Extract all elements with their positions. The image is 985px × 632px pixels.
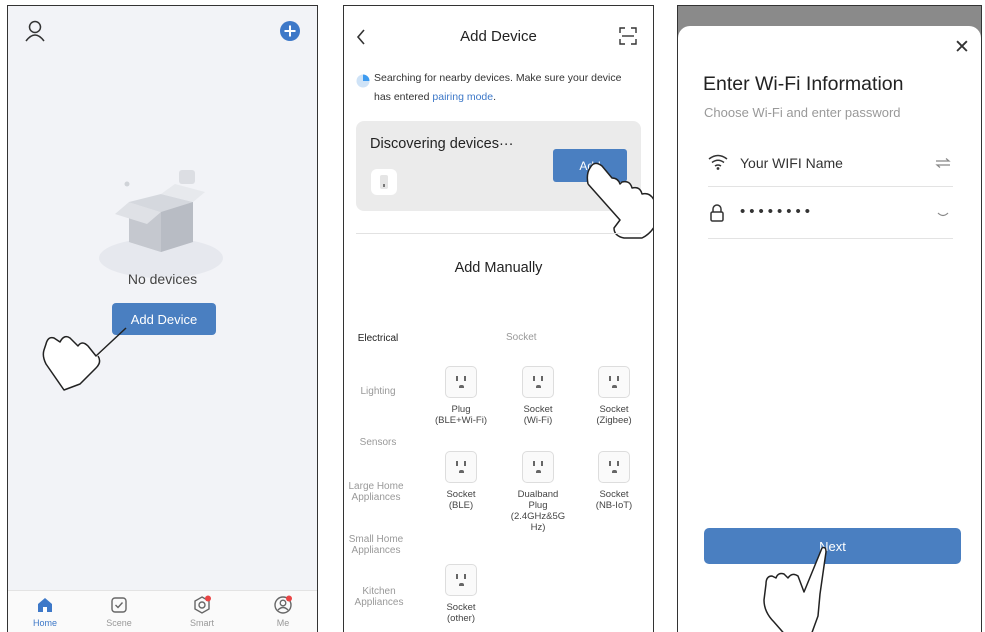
password-value: •••••••• [740,203,815,220]
lock-icon [710,204,724,222]
device-label-line: Socket [523,404,553,415]
tab-me[interactable]: Me [253,595,313,628]
category-lighting[interactable]: Lighting [344,386,412,397]
user-icon[interactable] [25,20,45,42]
device-socket-nb-iot[interactable]: Socket (NB-IoT) [575,451,653,511]
device-label-line: (Wi-Fi) [523,415,553,426]
sheet-title: Enter Wi-Fi Information [703,73,904,95]
scene-icon [111,597,127,613]
device-label-line: (other) [447,613,475,624]
sheet-subtitle: Choose Wi-Fi and enter password [704,105,901,120]
device-label-line: Socket [446,602,476,613]
socket-icon [445,451,477,483]
switch-network-icon[interactable] [935,158,951,168]
device-label-line: (NB-IoT) [595,500,633,511]
device-label-line: (2.4GHz&5G [510,511,566,522]
next-button[interactable]: Next [704,528,961,564]
wifi-name-value: Your WIFI Name [740,155,843,171]
home-icon [38,598,52,612]
no-devices-text: No devices [127,271,198,287]
bottom-tab-bar: Home Scene Smart Me [8,590,317,632]
tab-smart[interactable]: Smart [172,595,232,628]
device-socket-wifi[interactable]: Socket (Wi-Fi) [499,366,577,426]
pointing-hand-icon [42,327,127,391]
device-dualband-plug[interactable]: Dualband Plug (2.4GHz&5G Hz) [499,451,577,533]
device-socket-ble[interactable]: Socket (BLE) [422,451,500,511]
searching-text-end: . [493,91,497,103]
searching-message: Searching for nearby devices. Make sure … [374,69,634,107]
pairing-mode-link[interactable]: pairing mode [432,91,493,103]
tab-home-label: Home [32,618,57,628]
socket-icon [445,564,477,596]
tab-scene-label: Scene [106,618,132,628]
category-kitchen-appliances[interactable]: Kitchen Appliances [346,586,412,608]
wifi-icon [708,154,728,170]
device-label-line: Socket [446,489,476,500]
wifi-name-field[interactable]: Your WIFI Name [708,140,953,187]
category-small-home-appliances[interactable]: Small Home Appliances [346,534,406,556]
tab-smart-label: Smart [189,618,214,628]
socket-icon [522,451,554,483]
socket-icon [522,366,554,398]
section-title: Socket [506,332,537,343]
searching-text: Searching for nearby devices. Make sure … [374,72,622,103]
category-sensors[interactable]: Sensors [344,437,412,448]
device-label-line: (BLE) [448,500,474,511]
socket-icon [598,366,630,398]
device-thumbnail-icon [371,169,397,195]
password-field[interactable]: •••••••• [708,192,953,239]
searching-spinner-icon [356,74,370,88]
device-socket-zigbee[interactable]: Socket (Zigbee) [575,366,653,426]
tab-scene[interactable]: Scene [89,595,149,628]
tab-home[interactable]: Home [15,595,75,628]
device-label-line: Plug [528,500,548,511]
close-icon[interactable]: ✕ [954,36,970,59]
empty-box-illustration [99,170,223,278]
device-label-line: (BLE+Wi-Fi) [435,415,487,426]
add-device-screen: Add Device Searching for nearby devices.… [343,5,654,632]
socket-icon [445,366,477,398]
hide-password-icon[interactable] [937,212,949,218]
me-icon [274,595,292,614]
tab-me-label: Me [276,618,290,628]
device-label-line: Dualband [517,489,559,500]
add-manually-heading: Add Manually [454,260,543,276]
socket-icon [598,451,630,483]
wifi-info-screen: ✕ Enter Wi-Fi Information Choose Wi-Fi a… [677,5,982,632]
discovering-text: Discovering devices··· [370,136,514,152]
pointing-hand-icon [763,546,827,632]
home-screen: No devices Add Device Home Scene Smart M… [7,5,318,632]
smart-icon [194,595,211,614]
device-label-line: Hz) [530,522,546,533]
device-socket-other[interactable]: Socket (other) [422,564,500,624]
page-title: Add Device [460,28,537,45]
scan-icon[interactable] [619,27,637,45]
device-plug-ble-wifi[interactable]: Plug (BLE+Wi-Fi) [422,366,500,426]
add-circle-icon[interactable] [279,20,301,42]
bottom-sheet: ✕ Enter Wi-Fi Information Choose Wi-Fi a… [678,26,981,632]
device-label-line: Plug [451,404,471,415]
category-electrical[interactable]: Electrical [344,333,412,344]
device-label-line: Socket [599,489,629,500]
device-label-line: Socket [599,404,629,415]
device-label-line: (Zigbee) [596,415,632,426]
category-large-home-appliances[interactable]: Large Home Appliances [346,481,406,503]
divider [356,233,641,234]
